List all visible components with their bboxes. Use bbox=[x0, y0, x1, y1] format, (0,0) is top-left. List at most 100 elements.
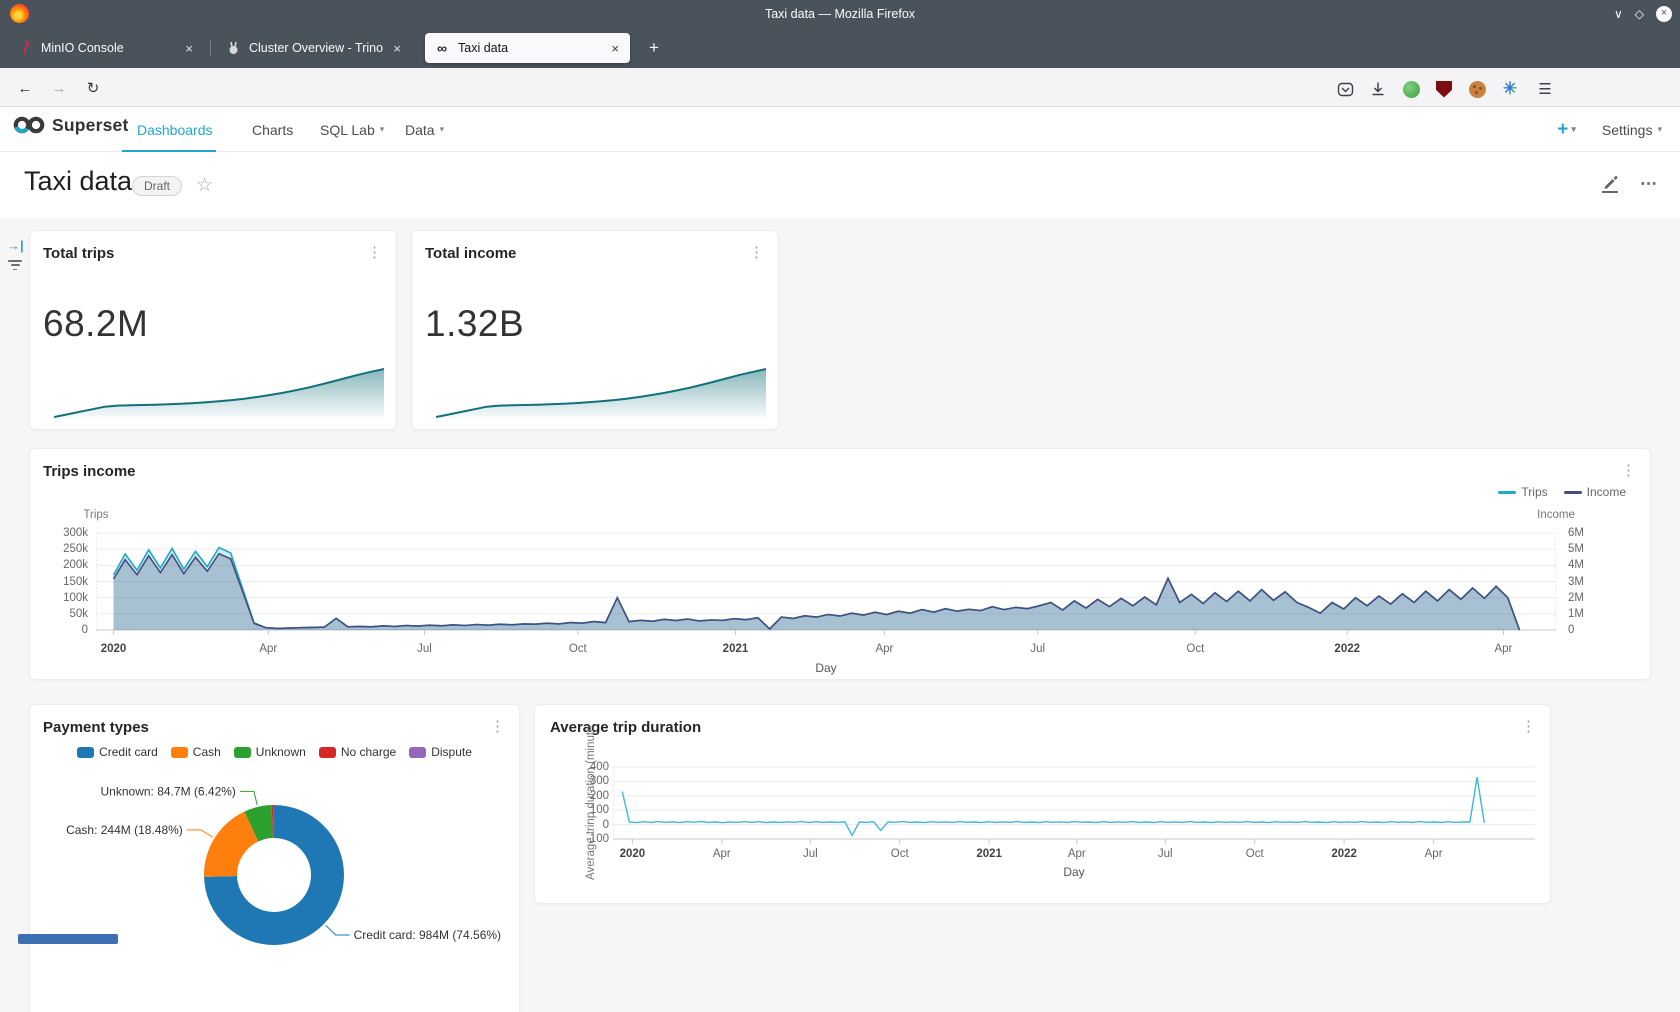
legend-item[interactable]: Credit card bbox=[77, 745, 158, 759]
axis-tick-label: Oct bbox=[1246, 848, 1264, 860]
total-income-value: 1.32B bbox=[425, 303, 524, 345]
card-menu-kebab-icon[interactable]: ⋮ bbox=[490, 717, 505, 735]
tab-label: Cluster Overview - Trino bbox=[249, 41, 383, 55]
back-button[interactable]: ← bbox=[12, 75, 38, 101]
total-trips-value: 68.2M bbox=[43, 303, 148, 345]
tab-taxi-data[interactable]: ∞ Taxi data × bbox=[425, 33, 630, 63]
total-income-card: Total income ⋮ 1.32B bbox=[411, 230, 779, 430]
avg-trip-duration-chart[interactable] bbox=[613, 760, 1535, 846]
legend-item[interactable]: Dispute bbox=[409, 745, 472, 759]
tab-separator bbox=[210, 40, 211, 56]
nav-sql-lab[interactable]: SQL Lab▾ bbox=[320, 107, 384, 152]
extension-asterisk-icon[interactable]: ✳ bbox=[1497, 76, 1523, 102]
total-trips-sparkline[interactable] bbox=[54, 363, 384, 421]
axis-tick-label: 2M bbox=[1568, 592, 1584, 604]
nav-data[interactable]: Data▾ bbox=[405, 107, 444, 152]
payment-types-legend[interactable]: Credit card Cash Unknown No charge Dispute bbox=[30, 745, 519, 759]
chevron-down-icon: ▾ bbox=[1657, 124, 1662, 135]
cookie-extension-icon[interactable] bbox=[1464, 76, 1490, 102]
axis-tick-label: 200 bbox=[590, 790, 609, 802]
payment-types-card: Payment types ⋮ Credit cardCashUnknownNo… bbox=[29, 704, 520, 1012]
axis-tick-label: 2022 bbox=[1334, 643, 1360, 655]
axis-tick-label: 300 bbox=[590, 775, 609, 787]
ublock-origin-icon[interactable] bbox=[1431, 76, 1457, 102]
payment-types-donut-chart[interactable]: Unknown: 84.7M (6.42%) Cash: 244M (18.48%… bbox=[30, 767, 521, 1012]
pie-callout-label: Credit card: 984M (74.56%) bbox=[354, 928, 501, 942]
card-menu-kebab-icon[interactable]: ⋮ bbox=[1621, 461, 1636, 479]
status-strip bbox=[18, 934, 118, 944]
axis-tick-label: Apr bbox=[1494, 643, 1512, 655]
total-trips-card: Total trips ⋮ 68.2M bbox=[29, 230, 397, 430]
window-maximize-icon[interactable]: ◇ bbox=[1635, 7, 1644, 21]
left-axis-ticks: 050k100k150k200k250k300k bbox=[30, 528, 88, 630]
chevron-down-icon: ▾ bbox=[440, 124, 445, 135]
legend-item[interactable]: Cash bbox=[171, 745, 221, 759]
tab-close-icon[interactable]: × bbox=[183, 41, 195, 56]
firefox-logo-icon bbox=[10, 4, 29, 23]
reload-button[interactable]: ↻ bbox=[80, 75, 106, 101]
axis-tick-label: Jul bbox=[803, 848, 818, 860]
axis-tick-label: 100k bbox=[63, 592, 88, 604]
axis-tick-label: Oct bbox=[891, 848, 909, 860]
axis-tick-label: Apr bbox=[259, 643, 277, 655]
window-minimize-icon[interactable]: ∨ bbox=[1614, 7, 1623, 21]
tab-minio-console[interactable]: MinIO Console × bbox=[8, 33, 204, 63]
axis-tick-label: 0 bbox=[603, 819, 609, 831]
settings-menu[interactable]: Settings▾ bbox=[1602, 122, 1662, 138]
dashboard-header: Taxi data Draft ☆ ⋯ bbox=[0, 152, 1680, 218]
dashboard-title: Taxi data bbox=[24, 166, 132, 197]
trips-income-chart[interactable] bbox=[96, 528, 1556, 636]
pocket-icon[interactable] bbox=[1332, 76, 1358, 102]
axis-tick-label: Jul bbox=[417, 643, 432, 655]
forward-button[interactable]: → bbox=[46, 75, 72, 101]
chevron-down-icon: ▾ bbox=[380, 124, 385, 135]
window-close-icon[interactable]: × bbox=[1656, 6, 1672, 22]
minio-favicon-icon bbox=[17, 40, 33, 56]
tab-close-icon[interactable]: × bbox=[391, 41, 403, 56]
extension-green-icon[interactable] bbox=[1398, 76, 1424, 102]
axis-tick-label: 150k bbox=[63, 576, 88, 588]
legend-swatch bbox=[171, 747, 188, 758]
axis-tick-label: 0 bbox=[82, 624, 88, 636]
axis-tick-label: Jul bbox=[1158, 848, 1173, 860]
filter-icon[interactable] bbox=[7, 260, 23, 270]
card-menu-kebab-icon[interactable]: ⋮ bbox=[367, 243, 382, 261]
pie-callout-label: Unknown: 84.7M (6.42%) bbox=[101, 784, 236, 798]
nav-dashboards[interactable]: Dashboards bbox=[137, 107, 213, 152]
hamburger-menu-icon[interactable]: ☰ bbox=[1532, 76, 1558, 102]
avg-trip-duration-card: Average trip duration ⋮ Average trinp du… bbox=[534, 704, 1551, 904]
edit-dashboard-icon[interactable] bbox=[1602, 175, 1618, 193]
legend-swatch bbox=[77, 747, 94, 758]
add-new-button[interactable]: +▾ bbox=[1557, 119, 1576, 141]
expand-filter-bar-icon[interactable]: →| bbox=[7, 238, 24, 253]
tab-trino[interactable]: Cluster Overview - Trino × bbox=[216, 33, 412, 63]
favorite-star-icon[interactable]: ☆ bbox=[196, 174, 213, 197]
legend-item[interactable]: No charge bbox=[319, 745, 396, 759]
axis-tick-label: 4M bbox=[1568, 559, 1584, 571]
superset-brand[interactable]: Superset bbox=[12, 114, 129, 136]
axis-tick-label: 300k bbox=[63, 527, 88, 539]
left-axis-title: Trips bbox=[83, 509, 108, 521]
axis-tick-label: Oct bbox=[569, 643, 587, 655]
tab-close-icon[interactable]: × bbox=[609, 41, 621, 56]
legend-swatch bbox=[234, 747, 251, 758]
legend-item[interactable]: Unknown bbox=[234, 745, 306, 759]
navigation-toolbar: ← → ↻ 172.18.0.4:32295/superset/dashboar… bbox=[0, 68, 1680, 107]
y-axis-ticks: 4003002001000-100 bbox=[559, 760, 609, 850]
legend-item[interactable]: Trips bbox=[1498, 485, 1547, 499]
axis-tick-label: 6M bbox=[1568, 527, 1584, 539]
card-menu-kebab-icon[interactable]: ⋮ bbox=[749, 243, 764, 261]
total-income-sparkline[interactable] bbox=[436, 363, 766, 421]
axis-tick-label: Apr bbox=[1068, 848, 1086, 860]
nav-charts[interactable]: Charts bbox=[252, 107, 293, 152]
pie-callout-label: Cash: 244M (18.48%) bbox=[66, 823, 183, 837]
axis-tick-label: 2020 bbox=[101, 643, 127, 655]
new-tab-button[interactable]: + bbox=[640, 35, 668, 61]
card-menu-kebab-icon[interactable]: ⋮ bbox=[1521, 717, 1536, 735]
dashboard-more-menu-icon[interactable]: ⋯ bbox=[1640, 174, 1658, 194]
download-icon[interactable] bbox=[1365, 76, 1391, 102]
legend-item[interactable]: Income bbox=[1564, 485, 1626, 499]
trips-income-legend[interactable]: Trips Income bbox=[1498, 485, 1626, 499]
axis-tick-label: Oct bbox=[1186, 643, 1204, 655]
window-titlebar: Taxi data — Mozilla Firefox ∨ ◇ × bbox=[0, 0, 1680, 27]
